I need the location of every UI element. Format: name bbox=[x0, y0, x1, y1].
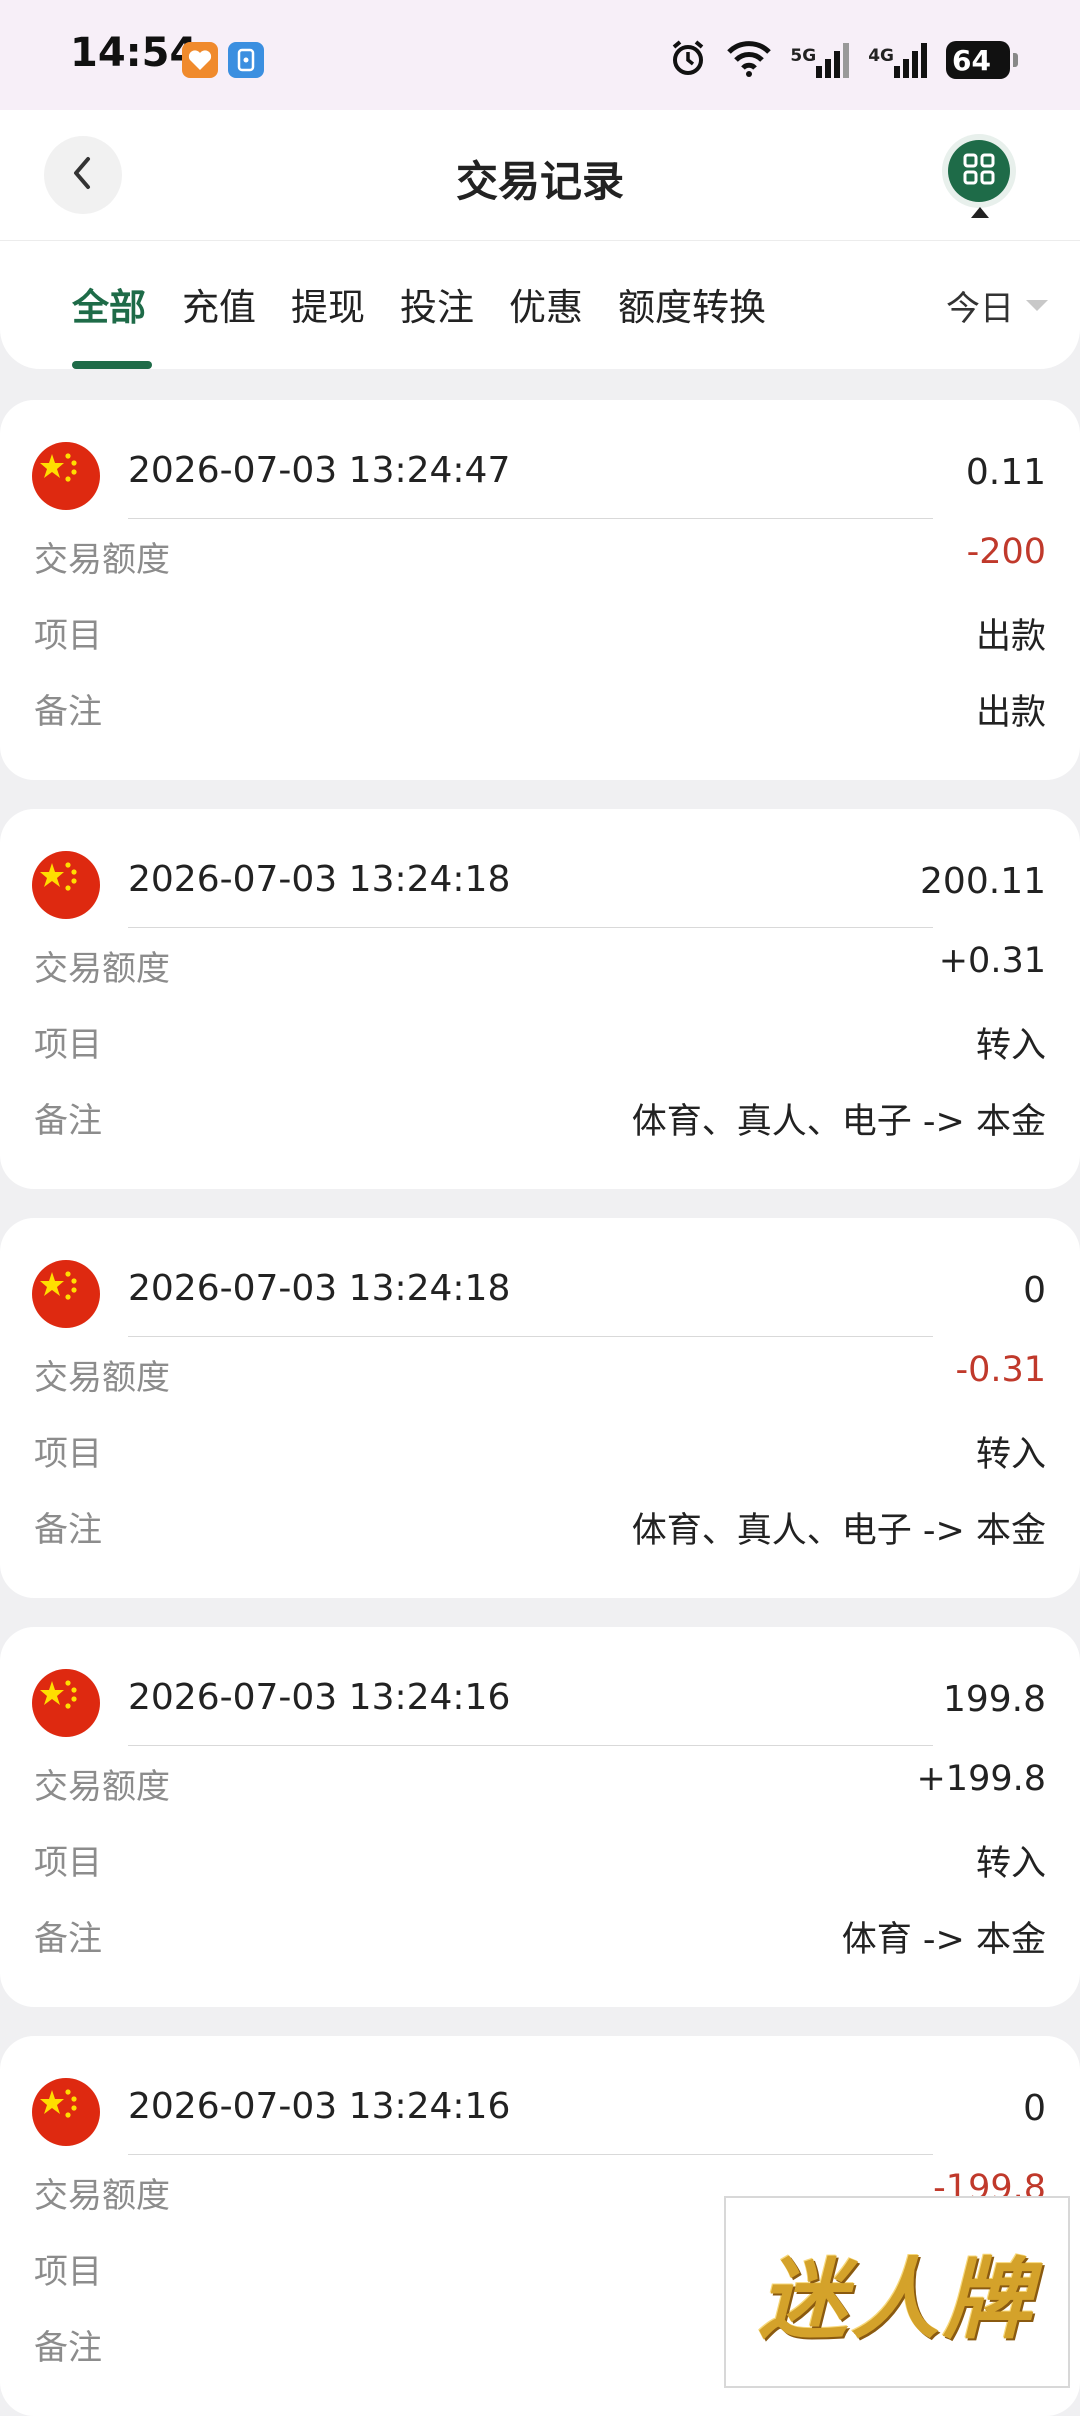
transaction-card: 2026-07-03 13:24:16 199.8 交易额度 +199.8 项目… bbox=[0, 1627, 1080, 2007]
date-filter-label: 今日 bbox=[946, 289, 1014, 329]
amount-value: -200 bbox=[966, 532, 1046, 572]
item-value: 转入 bbox=[975, 1844, 1046, 1884]
note-row: 备注 出款 bbox=[34, 684, 1046, 734]
note-row: 备注 体育、真人、电子 -> 本金 bbox=[34, 1502, 1046, 1552]
chevron-down-icon bbox=[1026, 300, 1048, 311]
card-divider bbox=[128, 518, 933, 519]
note-label: 备注 bbox=[34, 1101, 102, 1141]
status-indicators: 5G 4G 64 bbox=[668, 36, 1018, 84]
note-row: 备注 体育、真人、电子 -> 本金 bbox=[34, 1093, 1046, 1143]
amount-label: 交易额度 bbox=[34, 2176, 170, 2216]
transaction-time: 2026-07-03 13:24:18 bbox=[128, 859, 511, 900]
note-label: 备注 bbox=[34, 2328, 102, 2368]
note-value: 体育、真人、电子 -> 本金 bbox=[631, 1102, 1046, 1142]
card-divider bbox=[128, 927, 933, 928]
amount-row: 交易额度 -200 bbox=[34, 532, 1046, 582]
tab-deposit[interactable]: 充值 bbox=[182, 277, 256, 331]
item-row: 项目 转入 bbox=[34, 1835, 1046, 1885]
amount-label: 交易额度 bbox=[34, 540, 170, 580]
transaction-balance: 200.11 bbox=[920, 861, 1046, 902]
transaction-card: 2026-07-03 13:24:18 200.11 交易额度 +0.31 项目… bbox=[0, 809, 1080, 1189]
tab-bets[interactable]: 投注 bbox=[400, 277, 474, 331]
note-label: 备注 bbox=[34, 1919, 102, 1959]
item-label: 项目 bbox=[34, 1843, 102, 1883]
item-value: 转入 bbox=[975, 1435, 1046, 1475]
china-flag-icon bbox=[32, 1260, 100, 1328]
note-label: 备注 bbox=[34, 692, 102, 732]
transaction-balance: 0.11 bbox=[965, 452, 1046, 493]
net-5g-label: 5G bbox=[790, 46, 817, 66]
signal-4g-icon: 4G bbox=[868, 42, 928, 78]
tab-transfer[interactable]: 额度转换 bbox=[618, 277, 766, 331]
active-tab-indicator bbox=[72, 361, 152, 369]
transaction-balance: 0 bbox=[1023, 2088, 1046, 2129]
watermark-text: 迷人牌 bbox=[758, 2246, 1035, 2351]
tab-all[interactable]: 全部 bbox=[72, 277, 146, 331]
card-divider bbox=[128, 2154, 933, 2155]
note-value: 出款 bbox=[975, 693, 1046, 733]
item-label: 项目 bbox=[34, 616, 102, 656]
amount-label: 交易额度 bbox=[34, 1358, 170, 1398]
transaction-balance: 0 bbox=[1023, 1270, 1046, 1311]
signal-5g-icon: 5G bbox=[790, 42, 850, 78]
china-flag-icon bbox=[32, 2078, 100, 2146]
china-flag-icon bbox=[32, 851, 100, 919]
transaction-card: 2026-07-03 13:24:18 0 交易额度 -0.31 项目 转入 备… bbox=[0, 1218, 1080, 1598]
item-row: 项目 出款 bbox=[34, 608, 1046, 658]
status-time: 14:54 bbox=[70, 30, 198, 76]
heart-app-icon bbox=[182, 42, 218, 78]
note-value: 体育 -> 本金 bbox=[841, 1920, 1046, 1960]
watermark-logo: 迷人牌 bbox=[724, 2196, 1070, 2388]
amount-label: 交易额度 bbox=[34, 1767, 170, 1807]
tab-promotions[interactable]: 优惠 bbox=[509, 277, 583, 331]
card-divider bbox=[128, 1336, 933, 1337]
amount-value: +199.8 bbox=[916, 1759, 1046, 1799]
amount-row: 交易额度 +0.31 bbox=[34, 941, 1046, 991]
note-label: 备注 bbox=[34, 1510, 102, 1550]
amount-value: +0.31 bbox=[938, 941, 1046, 981]
transaction-time: 2026-07-03 13:24:16 bbox=[128, 1677, 511, 1718]
status-bar: 14:54 5G 4G 64 bbox=[0, 0, 1080, 110]
page-title: 交易记录 bbox=[455, 157, 624, 206]
item-label: 项目 bbox=[34, 1025, 102, 1065]
alarm-icon bbox=[668, 38, 708, 82]
transaction-balance: 199.8 bbox=[942, 1679, 1046, 1720]
date-filter-dropdown[interactable]: 今日 bbox=[946, 281, 1048, 330]
menu-button[interactable] bbox=[948, 140, 1010, 202]
lock-app-icon bbox=[228, 42, 264, 78]
item-label: 项目 bbox=[34, 1434, 102, 1474]
amount-value: -0.31 bbox=[955, 1350, 1046, 1390]
item-row: 项目 转入 bbox=[34, 1426, 1046, 1476]
transaction-time: 2026-07-03 13:24:16 bbox=[128, 2086, 511, 2127]
menu-caret-icon bbox=[971, 207, 989, 218]
card-divider bbox=[128, 1745, 933, 1746]
note-value: 体育、真人、电子 -> 本金 bbox=[631, 1511, 1046, 1551]
note-row: 备注 体育 -> 本金 bbox=[34, 1911, 1046, 1961]
filter-tabs: 全部 充值 提现 投注 优惠 额度转换 今日 bbox=[0, 241, 1080, 369]
net-4g-label: 4G bbox=[868, 46, 894, 66]
item-value: 转入 bbox=[975, 1026, 1046, 1066]
china-flag-icon bbox=[32, 442, 100, 510]
transaction-time: 2026-07-03 13:24:47 bbox=[128, 450, 511, 491]
amount-row: 交易额度 +199.8 bbox=[34, 1759, 1046, 1809]
transaction-card: 2026-07-03 13:24:47 0.11 交易额度 -200 项目 出款… bbox=[0, 400, 1080, 780]
grid-icon bbox=[962, 152, 996, 190]
app-header: 交易记录 bbox=[0, 110, 1080, 241]
battery-level: 64 bbox=[952, 43, 991, 77]
item-row: 项目 转入 bbox=[34, 1017, 1046, 1067]
amount-label: 交易额度 bbox=[34, 949, 170, 989]
item-label: 项目 bbox=[34, 2252, 102, 2292]
amount-row: 交易额度 -0.31 bbox=[34, 1350, 1046, 1400]
china-flag-icon bbox=[32, 1669, 100, 1737]
wifi-icon bbox=[726, 38, 772, 82]
item-value: 出款 bbox=[975, 617, 1046, 657]
tab-withdraw[interactable]: 提现 bbox=[291, 277, 365, 331]
transaction-time: 2026-07-03 13:24:18 bbox=[128, 1268, 511, 1309]
battery-icon: 64 bbox=[946, 41, 1018, 79]
